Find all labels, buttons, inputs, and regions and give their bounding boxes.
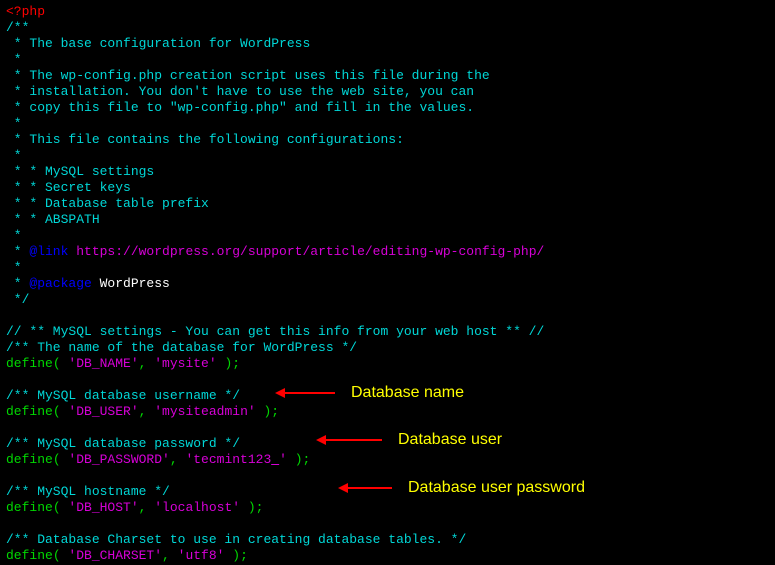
cursor: _ [271, 452, 279, 467]
comment-line: * [6, 228, 769, 244]
comment-line: * installation. You don't have to use th… [6, 84, 769, 100]
comment-line: * [6, 116, 769, 132]
comment-line: * copy this file to "wp-config.php" and … [6, 100, 769, 116]
comment-db-charset: /** Database Charset to use in creating … [6, 532, 769, 548]
blank-line [6, 372, 769, 388]
blank-line [6, 516, 769, 532]
comment-line: * * ABSPATH [6, 212, 769, 228]
comment-link: * @link https://wordpress.org/support/ar… [6, 244, 769, 260]
comment-line: * The wp-config.php creation script uses… [6, 68, 769, 84]
comment-line: * * Secret keys [6, 180, 769, 196]
comment-line: * * MySQL settings [6, 164, 769, 180]
comment-line: * The base configuration for WordPress [6, 36, 769, 52]
blank-line [6, 420, 769, 436]
comment-db-password: /** MySQL database password */ [6, 436, 769, 452]
comment-db-host: /** MySQL hostname */ [6, 484, 769, 500]
comment-line: * [6, 260, 769, 276]
define-db-user: define( 'DB_USER', 'mysiteadmin' ); [6, 404, 769, 420]
blank-line [6, 308, 769, 324]
define-db-charset: define( 'DB_CHARSET', 'utf8' ); [6, 548, 769, 564]
comment-db-name: /** The name of the database for WordPre… [6, 340, 769, 356]
comment-line: * This file contains the following confi… [6, 132, 769, 148]
blank-line [6, 468, 769, 484]
define-db-name: define( 'DB_NAME', 'mysite' ); [6, 356, 769, 372]
define-db-password: define( 'DB_PASSWORD', 'tecmint123_' ); [6, 452, 769, 468]
comment-line: * * Database table prefix [6, 196, 769, 212]
comment-block-open: /** [6, 20, 769, 36]
comment-mysql-header: // ** MySQL settings - You can get this … [6, 324, 769, 340]
comment-line: * [6, 52, 769, 68]
comment-line: * [6, 148, 769, 164]
define-db-host: define( 'DB_HOST', 'localhost' ); [6, 500, 769, 516]
comment-db-user: /** MySQL database username */ [6, 388, 769, 404]
comment-package: * @package WordPress [6, 276, 769, 292]
php-open-tag: <?php [6, 4, 769, 20]
comment-block-close: */ [6, 292, 769, 308]
